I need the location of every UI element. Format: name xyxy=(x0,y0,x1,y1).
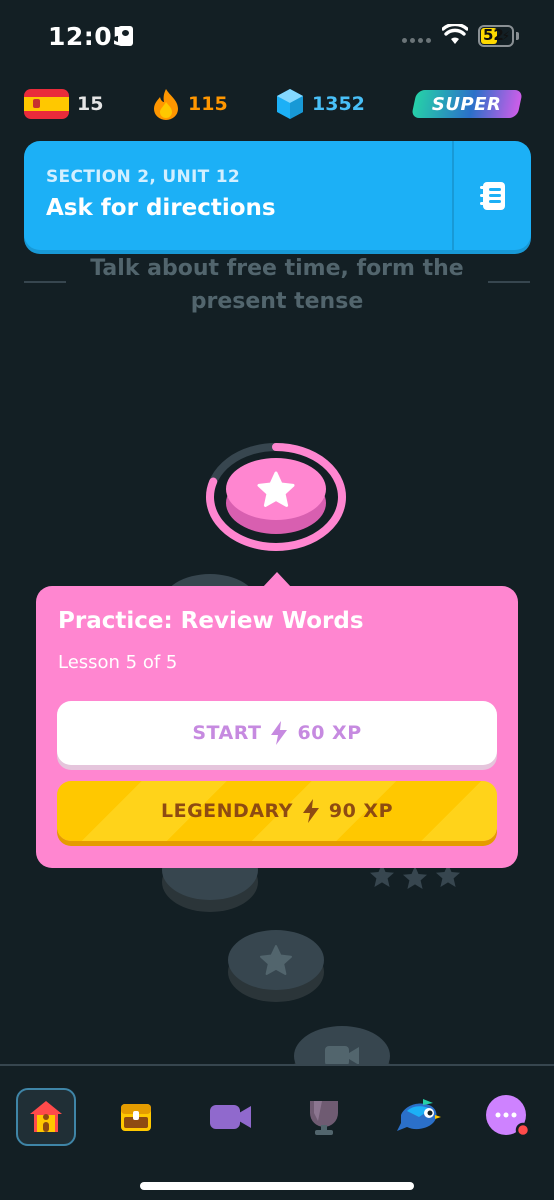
popover-title: Practice: Review Words xyxy=(58,608,364,634)
unit-section-label: SECTION 2, UNIT 12 xyxy=(46,167,240,187)
stats-row: 15 115 1352 SUPER xyxy=(0,82,554,126)
streak-counter[interactable]: 115 xyxy=(152,82,228,126)
chest-icon xyxy=(121,1104,151,1131)
status-bar: 12:05 52 ⚡ xyxy=(0,0,554,72)
nav-video-call[interactable] xyxy=(200,1088,260,1146)
divider-line xyxy=(24,281,66,283)
star-icon xyxy=(260,945,292,975)
cellular-signal-icon xyxy=(402,38,431,43)
streak-count: 115 xyxy=(188,93,228,115)
wifi-icon xyxy=(442,24,468,44)
more-icon xyxy=(486,1095,531,1138)
video-call-icon xyxy=(210,1105,251,1129)
gem-icon xyxy=(277,89,303,119)
home-icon xyxy=(30,1101,62,1132)
current-lesson-node[interactable] xyxy=(226,458,326,534)
legendary-label: LEGENDARY xyxy=(160,800,293,822)
super-label: SUPER xyxy=(432,93,502,115)
divider-line xyxy=(488,281,530,283)
bottom-nav xyxy=(0,1064,554,1200)
gems-counter[interactable]: 1352 xyxy=(276,82,365,126)
language-selector[interactable]: 15 xyxy=(24,82,103,126)
id-card-icon xyxy=(118,26,133,46)
start-button[interactable]: START 60 XP xyxy=(57,701,497,765)
flame-icon xyxy=(154,89,178,120)
language-count: 15 xyxy=(77,93,104,115)
lightning-icon xyxy=(302,799,319,823)
guidebook-icon xyxy=(479,181,505,210)
start-xp: 60 XP xyxy=(297,722,362,744)
nav-practice[interactable] xyxy=(388,1088,448,1146)
legendary-button[interactable]: LEGENDARY 90 XP xyxy=(57,781,497,841)
guidebook-button[interactable] xyxy=(454,141,531,250)
leaderboard-icon xyxy=(310,1101,338,1135)
next-unit-description: Talk about free time, form the present t… xyxy=(90,256,464,314)
star-icon xyxy=(257,471,295,507)
nav-chest[interactable] xyxy=(106,1088,166,1146)
unit-title: Ask for directions xyxy=(46,195,276,221)
lightning-icon xyxy=(271,721,288,745)
super-button[interactable]: SUPER xyxy=(411,90,523,118)
spain-flag-icon xyxy=(24,89,69,119)
locked-lesson-node[interactable] xyxy=(228,930,324,1002)
nav-home[interactable] xyxy=(16,1088,76,1146)
battery-icon: 52 ⚡ xyxy=(478,25,514,47)
start-label: START xyxy=(192,722,262,744)
practice-bird-icon xyxy=(397,1099,441,1131)
home-indicator xyxy=(140,1182,414,1190)
lesson-popover: Practice: Review Words Lesson 5 of 5 STA… xyxy=(36,586,518,868)
charging-icon: ⚡ xyxy=(501,29,510,43)
gem-count: 1352 xyxy=(312,93,365,115)
nav-leaderboard[interactable] xyxy=(294,1088,354,1146)
nav-more[interactable] xyxy=(478,1088,538,1146)
unit-banner[interactable]: SECTION 2, UNIT 12 Ask for directions xyxy=(24,141,531,250)
legendary-xp: 90 XP xyxy=(328,800,394,822)
popover-subtitle: Lesson 5 of 5 xyxy=(58,652,178,673)
